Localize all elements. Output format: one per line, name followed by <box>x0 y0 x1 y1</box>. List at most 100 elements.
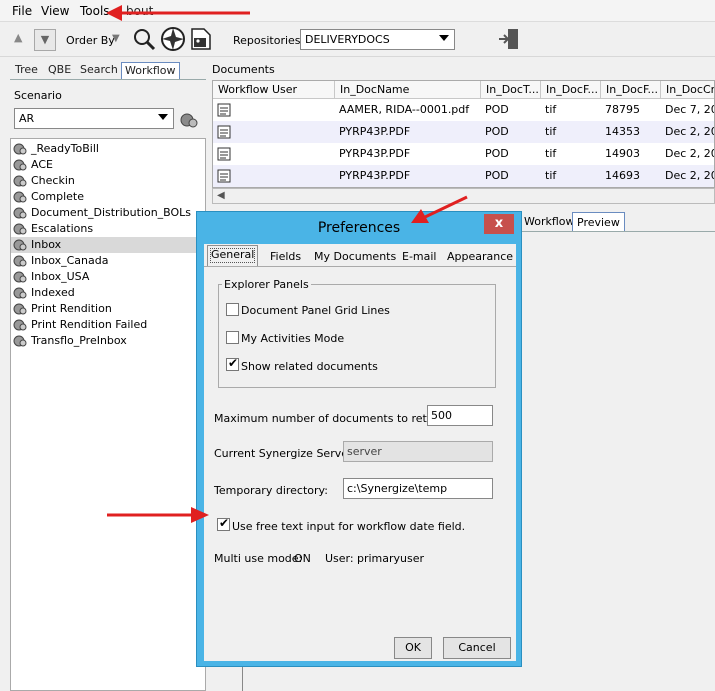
tab-divider <box>10 79 206 80</box>
annotation-arrow-icon <box>411 195 468 223</box>
tree-item-complete[interactable]: Complete <box>11 189 205 205</box>
explorer-panels-title: Explorer Panels <box>222 278 311 291</box>
column-header-workflow-user[interactable]: Workflow User <box>213 81 335 99</box>
close-button[interactable]: x <box>484 214 514 234</box>
tab-preview[interactable]: Preview <box>572 212 625 232</box>
temp-directory-label: Temporary directory: <box>214 484 328 497</box>
cell-docformat: tif <box>545 147 557 160</box>
tree-item-label: Inbox_USA <box>31 270 90 283</box>
move-down-button[interactable]: ▼ <box>34 29 56 51</box>
max-documents-label: Maximum number of documents to retrieve: <box>214 412 459 425</box>
free-text-date-checkbox[interactable] <box>217 516 230 531</box>
temp-directory-input[interactable]: c:\Synergize\temp <box>343 478 493 499</box>
cell-created: Dec 2, 2016 <box>665 125 714 138</box>
tab-tree[interactable]: Tree <box>12 62 41 80</box>
tree-item-label: Checkin <box>31 174 75 187</box>
tab-email[interactable]: E-mail <box>399 248 440 266</box>
documents-label: Documents <box>212 63 275 76</box>
activities-mode-label: My Activities Mode <box>241 332 345 345</box>
cell-docformat: tif <box>545 169 557 182</box>
tree-item-print-rendition-failed[interactable]: Print Rendition Failed <box>11 317 205 333</box>
tree-item-ace[interactable]: ACE <box>11 157 205 173</box>
toolbar: ▲ ▼ Order By ▼ Repositories: DELIVERYDOC… <box>0 23 715 57</box>
tree-item-inbox[interactable]: Inbox <box>11 237 205 253</box>
table-row[interactable]: AAMER, RIDA--0001.pdf POD tif 78795 Dec … <box>213 99 714 121</box>
column-header-docfilesize[interactable]: In_DocF... <box>601 81 661 99</box>
cell-docname: PYRP43P.PDF <box>339 125 411 138</box>
tab-general[interactable]: General <box>207 245 259 266</box>
scenario-settings-icon[interactable] <box>179 110 199 130</box>
search-icon[interactable] <box>131 26 157 52</box>
tree-item-escalations[interactable]: Escalations <box>11 221 205 237</box>
tab-qbe[interactable]: QBE <box>45 62 74 80</box>
server-field: server <box>343 441 493 462</box>
exit-icon[interactable] <box>497 27 521 51</box>
dialog-title: Preferences <box>317 220 401 236</box>
cell-created: Dec 2, 2016 <box>665 147 714 160</box>
tree-item-label: _ReadyToBill <box>31 142 99 155</box>
cell-docformat: tif <box>545 125 557 138</box>
dialog-body: General Fields My Documents E-mail Appea… <box>204 244 516 661</box>
column-header-doccreated[interactable]: In_DocCre <box>661 81 714 99</box>
tree-item-inbox-canada[interactable]: Inbox_Canada <box>11 253 205 269</box>
preferences-dialog: Preferences x General Fields My Document… <box>196 211 522 667</box>
order-by-button[interactable]: Order By <box>66 34 115 47</box>
menu-file[interactable]: File <box>12 4 32 18</box>
tab-workflow-detail[interactable]: Workflow <box>520 212 579 232</box>
cell-docname: PYRP43P.PDF <box>339 169 411 182</box>
tree-item-document-distribution[interactable]: Document_Distribution_BOLs <box>11 205 205 221</box>
tree-item-label: Complete <box>31 190 85 203</box>
tree-item-label: Document_Distribution_BOLs <box>31 206 192 219</box>
cell-docname: AAMER, RIDA--0001.pdf <box>339 103 470 116</box>
tab-fields[interactable]: Fields <box>267 248 304 266</box>
tab-appearance[interactable]: Appearance <box>444 248 516 266</box>
multi-use-label: Multi use mode: <box>214 552 303 565</box>
tree-item-label: ACE <box>31 158 53 171</box>
tree-item-inbox-usa[interactable]: Inbox_USA <box>11 269 205 285</box>
tree-item-indexed[interactable]: Indexed <box>11 285 205 301</box>
cancel-button[interactable]: Cancel <box>443 637 511 659</box>
document-row-icon <box>217 169 231 183</box>
cell-doctype: POD <box>485 147 509 160</box>
tree-item-print-rendition[interactable]: Print Rendition <box>11 301 205 317</box>
tab-my-documents[interactable]: My Documents <box>311 248 399 266</box>
scenario-select[interactable]: AR <box>14 108 174 129</box>
tree-item-checkin[interactable]: Checkin <box>11 173 205 189</box>
document-row-icon <box>217 103 231 117</box>
queue-icon <box>13 303 27 315</box>
cell-doctype: POD <box>485 125 509 138</box>
cell-created: Dec 7, 2016 <box>665 103 714 116</box>
annotation-arrow-icon <box>107 507 209 523</box>
table-row[interactable]: PYRP43P.PDF POD tif 14693 Dec 2, 2016 <box>213 165 714 187</box>
cell-docformat: tif <box>545 103 557 116</box>
documents-grid: Workflow User In_DocName In_DocT... In_D… <box>212 80 715 188</box>
user-label: User: <box>325 552 354 565</box>
repositories-select[interactable]: DELIVERYDOCS <box>300 29 455 50</box>
table-row[interactable]: PYRP43P.PDF POD tif 14903 Dec 2, 2016 <box>213 143 714 165</box>
chevron-down-icon[interactable] <box>158 114 168 120</box>
grid-lines-checkbox[interactable] <box>226 303 239 316</box>
related-documents-label: Show related documents <box>241 360 378 373</box>
menu-view[interactable]: View <box>41 4 69 18</box>
tree-item-label: Print Rendition <box>31 302 112 315</box>
table-row[interactable]: PYRP43P.PDF POD tif 14353 Dec 2, 2016 <box>213 121 714 143</box>
tab-search[interactable]: Search <box>77 62 121 80</box>
max-documents-input[interactable]: 500 <box>427 405 493 426</box>
aperture-icon[interactable] <box>160 26 186 52</box>
scroll-left-icon[interactable]: ◀ <box>217 190 225 201</box>
tree-item-label: Inbox <box>31 238 62 251</box>
related-documents-checkbox[interactable] <box>226 356 239 371</box>
activities-mode-checkbox[interactable] <box>226 331 239 344</box>
move-up-icon[interactable]: ▲ <box>14 31 22 44</box>
document-image-icon[interactable] <box>188 26 214 52</box>
chevron-down-icon[interactable] <box>439 35 449 41</box>
column-header-docname[interactable]: In_DocName <box>335 81 481 99</box>
tree-item-transflo-preinbox[interactable]: Transflo_PreInbox <box>11 333 205 349</box>
tab-workflow[interactable]: Workflow <box>121 62 180 80</box>
tree-item-readytobill[interactable]: _ReadyToBill <box>11 141 205 157</box>
repositories-label: Repositories: <box>233 34 305 47</box>
ok-button[interactable]: OK <box>394 637 432 659</box>
column-header-docformat[interactable]: In_DocF... <box>541 81 601 99</box>
column-header-doctype[interactable]: In_DocT... <box>481 81 541 99</box>
order-by-caret-icon[interactable]: ▼ <box>112 33 120 44</box>
